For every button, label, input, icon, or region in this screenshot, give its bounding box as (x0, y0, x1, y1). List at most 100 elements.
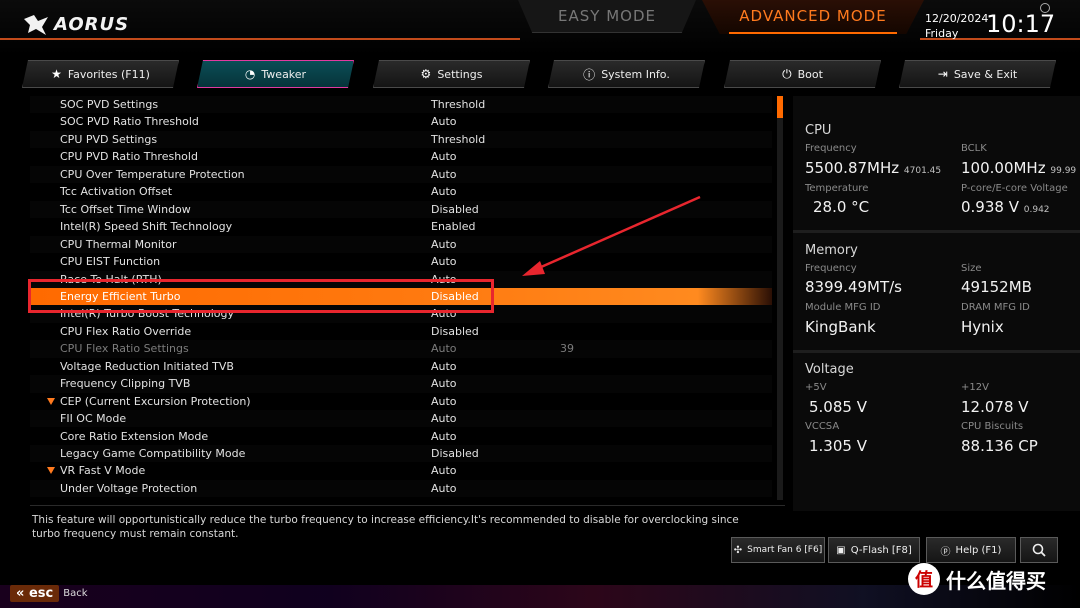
tab-label: Settings (437, 67, 483, 81)
help-icon: ⓟ (940, 546, 951, 558)
temperature-label: Temperature (805, 183, 869, 194)
annotation-arrow-icon (522, 195, 701, 276)
setting-name: SOC PVD Settings (60, 98, 159, 111)
setting-value[interactable]: Disabled (431, 288, 479, 305)
setting-value[interactable]: Auto (431, 183, 457, 200)
setting-row[interactable]: FII OC Mode Auto (30, 410, 772, 428)
setting-value[interactable]: Auto (431, 236, 457, 253)
setting-row[interactable]: CPU PVD Settings Threshold (30, 130, 772, 149)
setting-name: CPU EIST Function (60, 255, 161, 269)
setting-value[interactable]: Auto (431, 393, 457, 410)
tab-label: Save & Exit (953, 67, 1018, 81)
cpu-frequency-label: Frequency (805, 143, 857, 154)
help-button[interactable]: ⓟ Help (F1) (926, 537, 1016, 563)
setting-value[interactable]: Threshold (431, 96, 485, 113)
setting-value[interactable]: Auto (431, 462, 457, 479)
tab-label: Boot (797, 67, 823, 81)
setting-name: Intel(R) Speed Shift Technology (60, 220, 233, 234)
module-mfg-label: Module MFG ID (805, 302, 881, 313)
tab-settings[interactable]: ⚙ Settings (373, 60, 530, 88)
setting-row[interactable]: Core Ratio Extension Mode Auto (30, 428, 772, 445)
v12-value: 12.078 V (961, 398, 1029, 416)
setting-value[interactable]: Disabled (431, 201, 479, 218)
setting-value[interactable]: Auto (431, 113, 457, 130)
setting-row[interactable]: CPU PVD Ratio Threshold Auto (30, 148, 772, 165)
setting-name: Tcc Activation Offset (60, 185, 173, 199)
setting-value[interactable]: Threshold (431, 131, 485, 148)
setting-row[interactable]: CPU Over Temperature Protection Auto (30, 165, 772, 184)
setting-row[interactable]: CEP (Current Excursion Protection) Auto (30, 393, 772, 410)
setting-row[interactable]: CPU Flex Ratio Override Disabled (30, 323, 772, 340)
info-icon: ⓘ (583, 67, 596, 82)
setting-value[interactable]: Disabled (431, 445, 479, 462)
clock-time: 10:17 (986, 10, 1056, 38)
qflash-icon: ▣ (836, 544, 846, 556)
setting-row[interactable]: SOC PVD Settings Threshold (30, 96, 772, 114)
setting-value[interactable]: Auto (431, 148, 457, 165)
setting-value[interactable]: Auto (431, 253, 457, 270)
esc-back-button[interactable]: « esc Back (10, 585, 87, 602)
setting-value[interactable]: Auto (431, 375, 457, 392)
setting-value[interactable]: Auto (431, 166, 457, 183)
tab-label: Tweaker (261, 67, 307, 81)
setting-row[interactable]: Intel(R) Turbo Boost Technology Auto (30, 305, 772, 323)
easy-mode-tab[interactable]: EASY MODE (518, 0, 696, 33)
smart-fan-button[interactable]: ✣ Smart Fan 6 [F6] (731, 537, 825, 563)
setting-value[interactable]: Auto (431, 410, 457, 427)
setting-name: Energy Efficient Turbo (60, 289, 181, 303)
settings-list: SOC PVD Settings Threshold SOC PVD Ratio T… (30, 96, 772, 500)
qflash-button[interactable]: ▣ Q-Flash [F8] (828, 537, 920, 563)
eagle-icon (24, 14, 48, 35)
tab-system-info[interactable]: ⓘ System Info. (548, 60, 705, 88)
power-icon: ⏻ (782, 66, 792, 81)
setting-value[interactable]: Auto (431, 480, 457, 497)
advanced-mode-tab[interactable]: ADVANCED MODE (702, 0, 924, 34)
brand-name: AORUS (54, 14, 130, 35)
setting-name: Race To Halt (RTH) (60, 272, 162, 286)
bclk-value: 100.00MHz 99.99 (961, 159, 1076, 177)
setting-value[interactable]: Auto (431, 358, 457, 375)
setting-value[interactable]: Enabled (431, 218, 475, 235)
fan-icon: ✣ (733, 544, 743, 556)
setting-value[interactable]: Disabled (431, 323, 479, 340)
expand-triangle-icon[interactable] (47, 397, 55, 405)
memory-frequency-value: 8399.49MT/s (805, 278, 903, 296)
brand-logo: AORUS (24, 14, 129, 35)
setting-name: Voltage Reduction Initiated TVB (60, 359, 234, 373)
setting-row[interactable]: Energy Efficient Turbo Disabled (30, 287, 772, 306)
watermark-badge: 值 (908, 563, 940, 595)
v5-label: +5V (805, 382, 827, 393)
setting-value[interactable]: Auto (431, 428, 457, 445)
setting-value[interactable]: Auto (431, 271, 457, 288)
esc-key-label: esc (28, 586, 54, 601)
core-voltage-label: P-core/E-core Voltage (961, 183, 1068, 194)
tab-boot[interactable]: ⏻ Boot (724, 60, 881, 88)
tab-tweaker[interactable]: ◔ Tweaker (197, 60, 354, 88)
setting-row[interactable]: Legacy Game Compatibility Mode Disabled (30, 445, 772, 463)
setting-name: CPU Flex Ratio Settings (60, 342, 189, 356)
expand-triangle-icon[interactable] (47, 467, 55, 475)
main-tabs: ★ Favorites (F11) ◔ Tweaker ⚙ Settings ⓘ… (22, 60, 1062, 88)
setting-row[interactable]: Voltage Reduction Initiated TVB Auto (30, 358, 772, 375)
cpu-biscuits-value: 88.136 CP (961, 437, 1038, 455)
cpu-frequency-value: 5500.87MHz 4701.45 (805, 159, 941, 177)
setting-value[interactable]: Auto (431, 305, 457, 322)
setting-row[interactable]: CPU Flex Ratio Settings Auto 39 (30, 340, 772, 358)
search-button[interactable] (1020, 537, 1058, 563)
setting-name: SOC PVD Ratio Threshold (60, 115, 199, 129)
setting-row[interactable]: SOC PVD Ratio Threshold Auto (30, 113, 772, 130)
star-icon: ★ (51, 67, 62, 81)
scrollbar-thumb[interactable] (777, 96, 783, 118)
tab-favorites[interactable]: ★ Favorites (F11) (22, 60, 179, 88)
setting-name: Tcc Offset Time Window (60, 202, 191, 216)
help-description: This feature will opportunistically redu… (32, 514, 739, 540)
setting-row[interactable]: Under Voltage Protection Auto (30, 479, 772, 498)
setting-row[interactable]: Frequency Clipping TVB Auto (30, 375, 772, 393)
setting-name: Core Ratio Extension Mode (60, 429, 209, 443)
setting-row[interactable]: VR Fast V Mode Auto (30, 462, 772, 479)
list-scrollbar[interactable] (777, 96, 783, 500)
tab-save-exit[interactable]: ⇥ Save & Exit (899, 60, 1056, 88)
bclk-sub: 99.99 (1050, 166, 1077, 176)
setting-value[interactable]: Auto (431, 340, 457, 357)
temperature-value: 28.0 °C (813, 198, 870, 216)
